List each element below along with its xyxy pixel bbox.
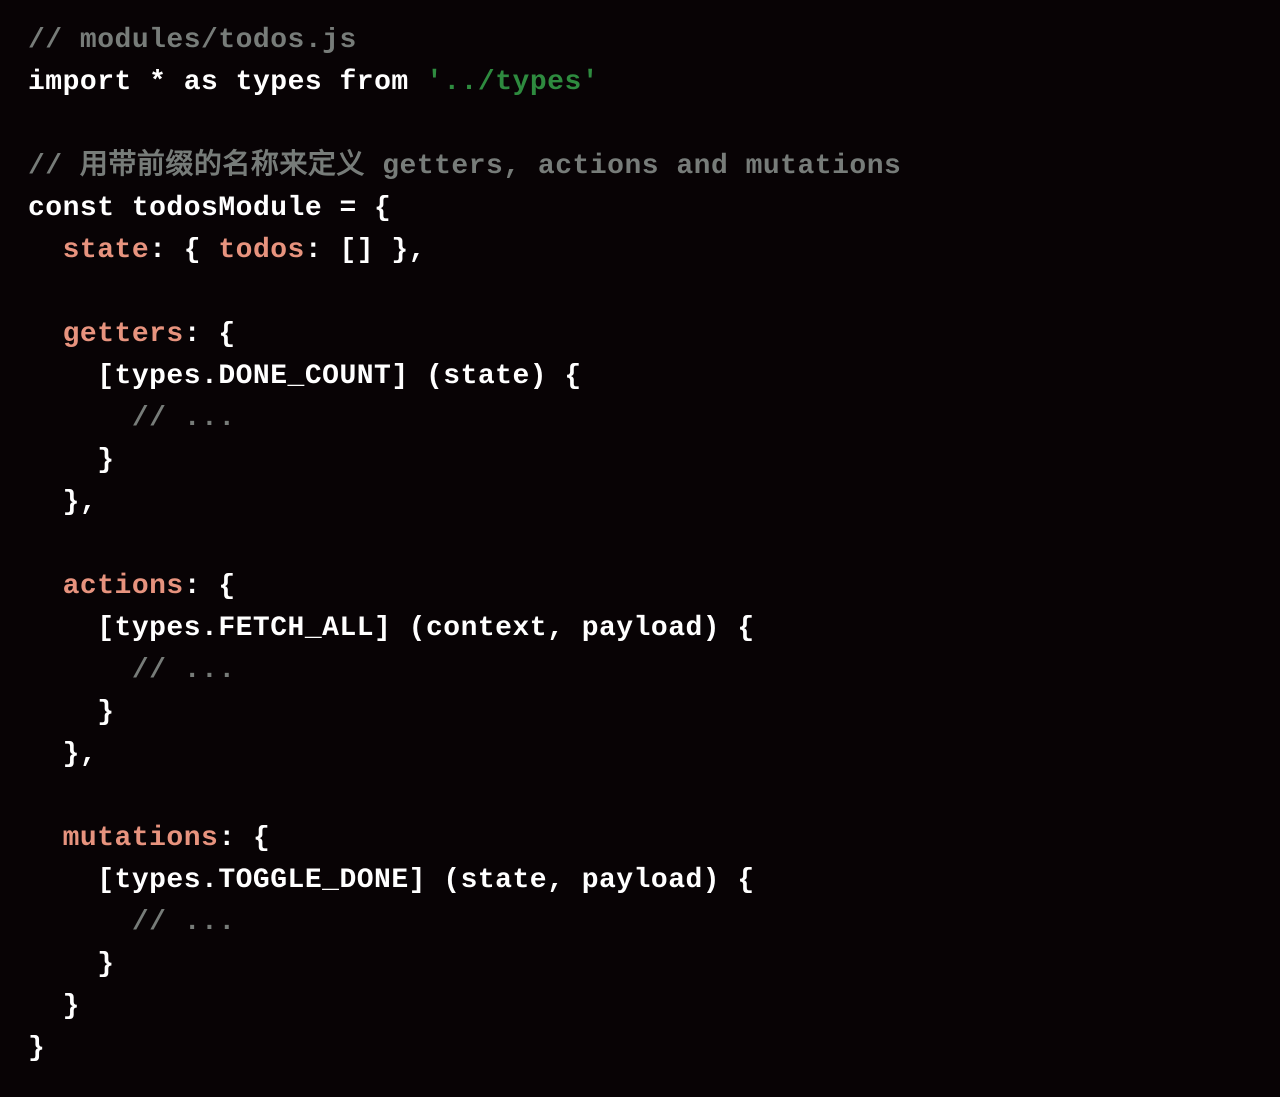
code-line: // 用带前缀的名称来定义 getters, actions and mutat… — [28, 151, 901, 182]
code-token — [28, 403, 132, 434]
code-token: : [] }, — [305, 235, 426, 266]
code-token: // ... — [132, 403, 236, 434]
code-line: state: { todos: [] }, — [28, 235, 426, 266]
code-token: [types.FETCH_ALL] (context, payload) { — [28, 613, 755, 644]
code-line: } — [28, 445, 115, 476]
code-token — [28, 907, 132, 938]
code-token: : { — [149, 235, 218, 266]
code-token: state — [63, 235, 150, 266]
code-block: // modules/todos.js import * as types fr… — [0, 0, 1280, 1090]
code-line: // modules/todos.js — [28, 25, 357, 56]
code-token: : { — [218, 823, 270, 854]
code-token — [28, 823, 63, 854]
code-token: [types.TOGGLE_DONE] (state, payload) { — [28, 865, 755, 896]
code-line: }, — [28, 739, 97, 770]
code-token: : { — [184, 319, 236, 350]
code-token: } — [28, 949, 115, 980]
code-token: } — [28, 991, 80, 1022]
code-line: mutations: { — [28, 823, 270, 854]
code-token: todos — [218, 235, 305, 266]
code-token — [409, 67, 426, 98]
code-token: mutations — [63, 823, 219, 854]
code-line: actions: { — [28, 571, 236, 602]
code-token: [types.DONE_COUNT] (state) { — [28, 361, 582, 392]
code-token: = { — [339, 193, 391, 224]
code-token: '../types' — [426, 67, 599, 98]
code-token: from — [339, 67, 408, 98]
code-token: * — [132, 67, 184, 98]
code-token: types — [218, 67, 339, 98]
code-token: import — [28, 67, 132, 98]
code-line: } — [28, 1033, 45, 1064]
code-token: todosModule — [115, 193, 340, 224]
code-line: } — [28, 697, 115, 728]
code-line: }, — [28, 487, 97, 518]
code-token: const — [28, 193, 115, 224]
code-line: } — [28, 991, 80, 1022]
code-token — [28, 571, 63, 602]
code-token: : { — [184, 571, 236, 602]
code-token — [28, 319, 63, 350]
code-token — [28, 655, 132, 686]
code-line: } — [28, 949, 115, 980]
code-token: }, — [28, 739, 97, 770]
code-line: const todosModule = { — [28, 193, 391, 224]
code-line: [types.FETCH_ALL] (context, payload) { — [28, 613, 755, 644]
code-token: } — [28, 445, 115, 476]
code-token: } — [28, 697, 115, 728]
code-token: }, — [28, 487, 97, 518]
code-line: [types.TOGGLE_DONE] (state, payload) { — [28, 865, 755, 896]
code-line: // ... — [28, 907, 236, 938]
code-line: import * as types from '../types' — [28, 67, 599, 98]
code-token: } — [28, 1033, 45, 1064]
code-token: // ... — [132, 907, 236, 938]
code-token — [28, 235, 63, 266]
code-token: // ... — [132, 655, 236, 686]
code-token: // modules/todos.js — [28, 25, 357, 56]
code-line: getters: { — [28, 319, 236, 350]
code-line: [types.DONE_COUNT] (state) { — [28, 361, 582, 392]
code-token: getters — [63, 319, 184, 350]
code-token: // 用带前缀的名称来定义 getters, actions and mutat… — [28, 151, 901, 182]
code-line: // ... — [28, 655, 236, 686]
code-line: // ... — [28, 403, 236, 434]
code-token: actions — [63, 571, 184, 602]
code-token: as — [184, 67, 219, 98]
